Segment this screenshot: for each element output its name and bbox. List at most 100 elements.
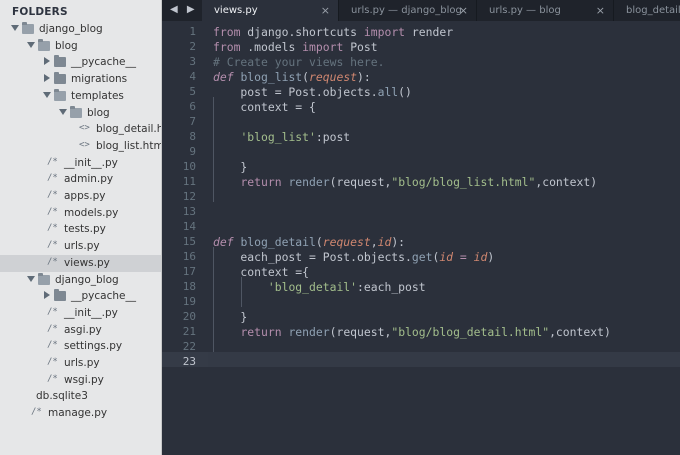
code-token: :post bbox=[315, 130, 351, 144]
code-line[interactable]: from .models import Post bbox=[213, 40, 378, 54]
close-icon[interactable]: × bbox=[459, 4, 468, 17]
close-icon[interactable]: × bbox=[321, 4, 330, 17]
code-line[interactable]: return render(request,"blog/blog_detail.… bbox=[213, 325, 610, 339]
code-line[interactable]: def blog_list(request): bbox=[213, 70, 371, 84]
code-token: id bbox=[473, 250, 488, 264]
disclosure-down-icon[interactable] bbox=[27, 41, 35, 48]
disclosure-down-icon[interactable] bbox=[27, 275, 35, 282]
tab-1[interactable]: views.py × bbox=[202, 0, 339, 21]
tree-folder[interactable]: __pycache__ bbox=[0, 54, 161, 71]
line-number: 17 bbox=[182, 265, 196, 278]
line-number: 16 bbox=[182, 250, 196, 263]
code-token: each_post = Post.objects. bbox=[213, 250, 412, 264]
code-token: (request, bbox=[329, 325, 392, 339]
tree-item-label: __init__.py bbox=[64, 306, 118, 319]
tree-file[interactable]: /* views.py bbox=[0, 254, 161, 272]
tree-file[interactable]: <> blog_detail.html bbox=[0, 121, 161, 138]
disclosure-down-icon[interactable] bbox=[11, 25, 19, 31]
disclosure-right-icon[interactable] bbox=[44, 291, 50, 300]
tree-item-label: urls.py bbox=[64, 240, 100, 253]
code-token: blog_list bbox=[240, 70, 303, 84]
tree-file[interactable]: <> blog_list.html bbox=[0, 138, 161, 155]
tree-file[interactable]: /* tests.py bbox=[0, 221, 161, 238]
tree-file[interactable]: /* __init__.py bbox=[0, 155, 161, 172]
code-token: import bbox=[363, 25, 412, 39]
line-number: 22 bbox=[182, 340, 196, 353]
sidebar-title: FOLDERS bbox=[12, 6, 68, 18]
line-number: 1 bbox=[189, 25, 196, 38]
code-line[interactable]: context = { bbox=[213, 100, 315, 114]
line-number: 13 bbox=[182, 205, 196, 218]
tree-item-label: blog bbox=[55, 39, 78, 52]
tree-folder[interactable]: django_blog bbox=[0, 272, 161, 289]
close-icon[interactable]: × bbox=[596, 4, 605, 17]
tree-file[interactable]: /* asgi.py bbox=[0, 322, 161, 339]
tab-3[interactable]: urls.py — blog × bbox=[477, 0, 614, 21]
tab-2[interactable]: urls.py — django_blog × bbox=[339, 0, 477, 21]
tab-4[interactable]: blog_detail.html bbox=[614, 0, 680, 21]
code-token: render bbox=[288, 175, 330, 189]
code-token: id bbox=[377, 235, 392, 249]
tree-folder[interactable]: migrations bbox=[0, 71, 161, 88]
line-number: 9 bbox=[189, 145, 196, 158]
line-number: 5 bbox=[189, 85, 196, 98]
tree-file[interactable]: /* settings.py bbox=[0, 338, 161, 355]
line-number: 10 bbox=[182, 160, 196, 173]
disclosure-down-icon[interactable] bbox=[59, 108, 67, 115]
code-token: def bbox=[213, 70, 241, 84]
code-line[interactable]: } bbox=[213, 310, 247, 324]
code-line[interactable]: from django.shortcuts import render bbox=[213, 25, 453, 39]
tree-item-label: db.sqlite3 bbox=[36, 390, 88, 403]
tree-folder[interactable]: templates bbox=[0, 88, 161, 105]
code-token: "blog/blog_list.html" bbox=[391, 175, 536, 189]
tree-file[interactable]: /* wsgi.py bbox=[0, 372, 161, 389]
code-line[interactable]: each_post = Post.objects.get(id = id) bbox=[213, 250, 494, 264]
current-line-highlight bbox=[162, 352, 680, 367]
tree-file[interactable]: /* models.py bbox=[0, 205, 161, 222]
tree-item-label: __pycache__ bbox=[71, 290, 136, 303]
disclosure-down-icon[interactable] bbox=[43, 91, 51, 98]
disclosure-right-icon[interactable] bbox=[44, 74, 50, 83]
code-line[interactable]: 'blog_detail':each_post bbox=[213, 280, 426, 294]
tree-folder[interactable]: blog bbox=[0, 105, 161, 122]
tree-file[interactable]: /* admin.py bbox=[0, 171, 161, 188]
tree-file[interactable]: db.sqlite3 bbox=[0, 388, 161, 405]
tree-folder[interactable]: __pycache__ bbox=[0, 288, 161, 305]
code-line[interactable]: # Create your views here. bbox=[213, 55, 384, 69]
tree-item-label: admin.py bbox=[64, 173, 114, 186]
line-number: 4 bbox=[189, 70, 196, 83]
tree-file[interactable]: /* urls.py bbox=[0, 238, 161, 255]
tab-nav-arrows[interactable]: ◀ ▶ bbox=[170, 4, 198, 15]
code-line[interactable]: post = Post.objects.all() bbox=[213, 85, 411, 99]
line-number: 7 bbox=[189, 115, 196, 128]
code-token: import bbox=[302, 40, 351, 54]
code-token: render bbox=[411, 25, 454, 39]
code-editor[interactable]: 1 2 3 4 5 6 7 8 9 10 11 12 13 14 15 16 17 18 19 20 21 22 23 fr… bbox=[162, 21, 680, 455]
code-line[interactable]: def blog_detail(request,id): bbox=[213, 235, 405, 249]
tree-folder[interactable]: blog bbox=[0, 38, 161, 55]
code-line[interactable]: return render(request,"blog/blog_list.ht… bbox=[213, 175, 597, 189]
code-line[interactable]: } bbox=[213, 160, 247, 174]
tree-file[interactable]: /* __init__.py bbox=[0, 305, 161, 322]
python-file-icon: /* bbox=[47, 206, 58, 217]
code-token: "blog/blog_detail.html" bbox=[391, 325, 550, 339]
python-file-icon: /* bbox=[47, 156, 58, 167]
tree-file[interactable]: /* urls.py bbox=[0, 355, 161, 372]
tab-label: urls.py — blog bbox=[489, 5, 561, 16]
code-token: from bbox=[213, 40, 248, 54]
tree-item-label: asgi.py bbox=[64, 323, 102, 336]
code-token: return bbox=[240, 325, 289, 339]
tree-file[interactable]: /* apps.py bbox=[0, 188, 161, 205]
disclosure-right-icon[interactable] bbox=[44, 57, 50, 66]
code-line[interactable]: context ={ bbox=[213, 265, 309, 279]
folder-open-icon bbox=[38, 272, 50, 285]
tree-folder[interactable]: django_blog bbox=[0, 21, 161, 38]
tree-file[interactable]: /* manage.py bbox=[0, 405, 161, 422]
folder-open-icon bbox=[38, 38, 50, 51]
code-line[interactable]: 'blog_list':post bbox=[213, 130, 350, 144]
code-token: ): bbox=[391, 235, 406, 249]
tree-item-label: django_blog bbox=[39, 23, 103, 35]
code-token: from bbox=[213, 25, 248, 39]
